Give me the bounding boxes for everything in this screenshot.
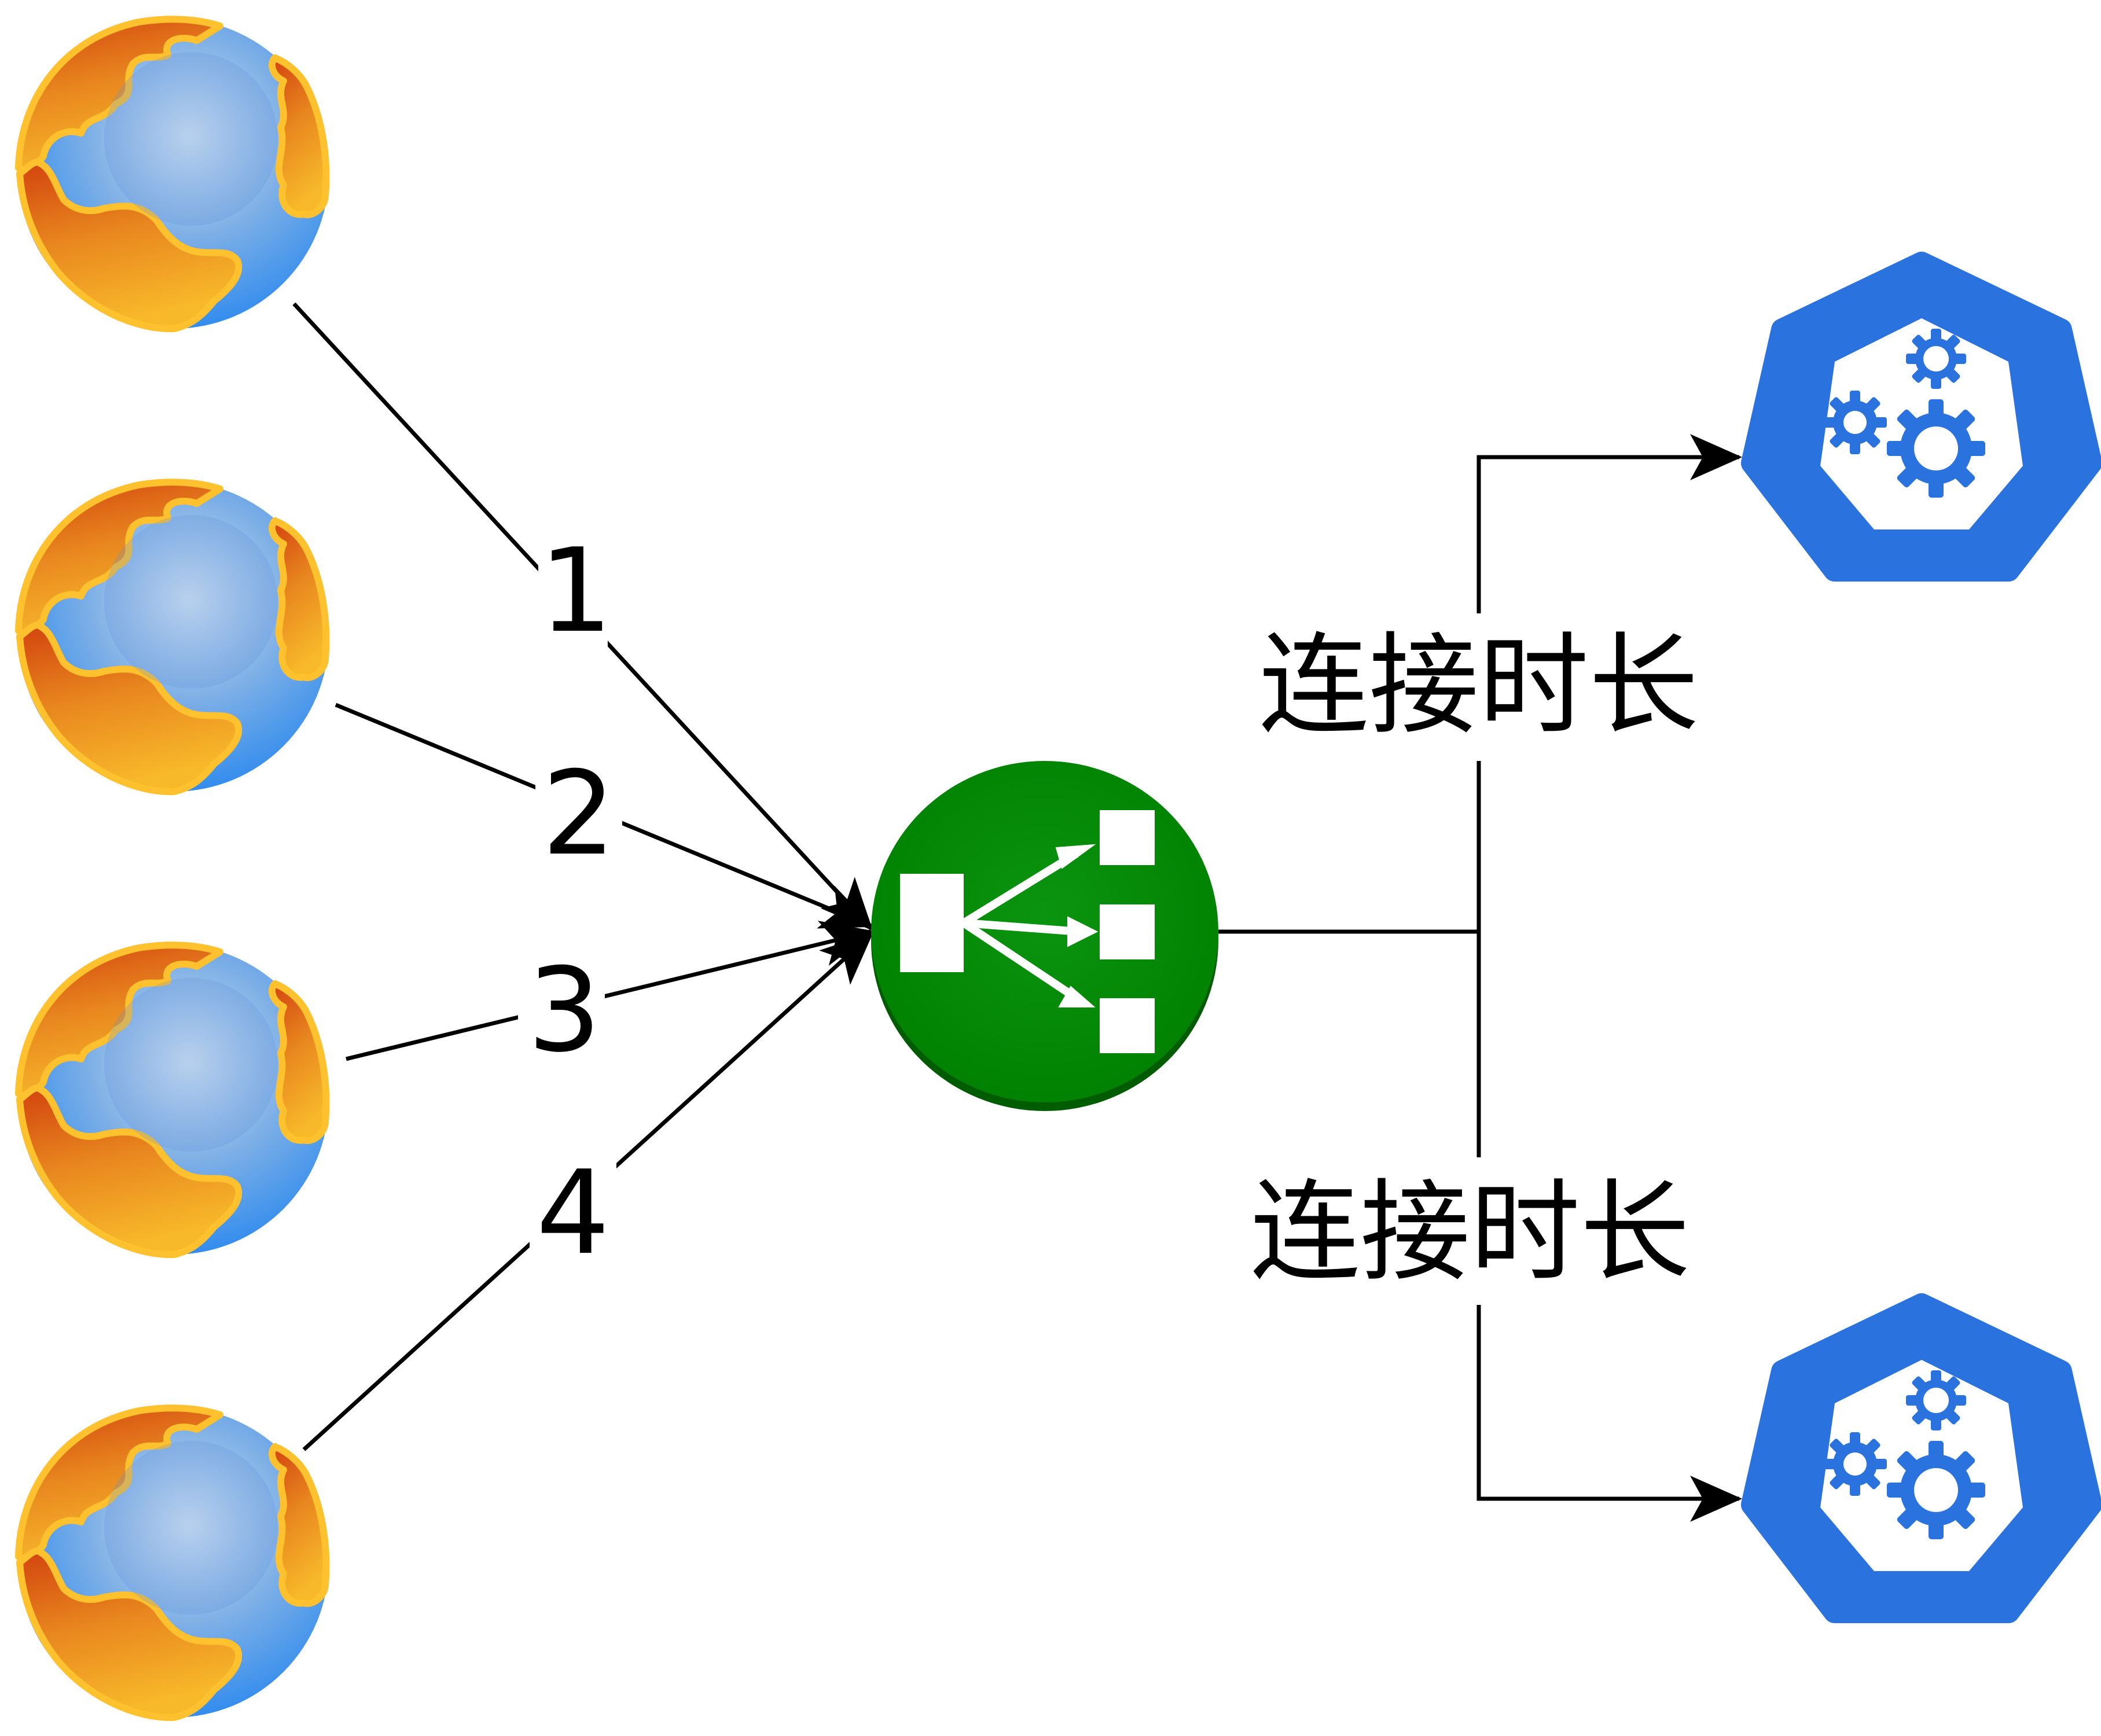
connector-label-1: 1 — [539, 524, 612, 659]
connector-labels: 1 2 3 4 — [518, 524, 622, 1281]
client-globe-icon-3 — [19, 944, 329, 1255]
lower-connection-duration-label: 连接时长 — [1250, 1168, 1690, 1296]
connector-label-2: 2 — [542, 746, 615, 881]
connector-3 — [346, 921, 874, 1061]
diagram-canvas: 1 2 3 4 连接时长 连接时长 — [0, 0, 2101, 1736]
connector-label-3: 3 — [527, 943, 601, 1078]
client-globe-icon-1 — [19, 19, 329, 329]
client-globe-icon-2 — [19, 481, 329, 792]
upper-connection-duration-label: 连接时长 — [1259, 621, 1699, 749]
lower-kubernetes-service-icon — [1753, 1305, 2091, 1612]
load-balancer-icon — [871, 761, 1218, 1111]
client-globe-icon-4 — [19, 1407, 329, 1717]
service-labels: 连接时长 连接时长 — [1244, 613, 1719, 1305]
connector-label-4: 4 — [536, 1146, 609, 1281]
upper-kubernetes-service-icon — [1753, 263, 2091, 570]
